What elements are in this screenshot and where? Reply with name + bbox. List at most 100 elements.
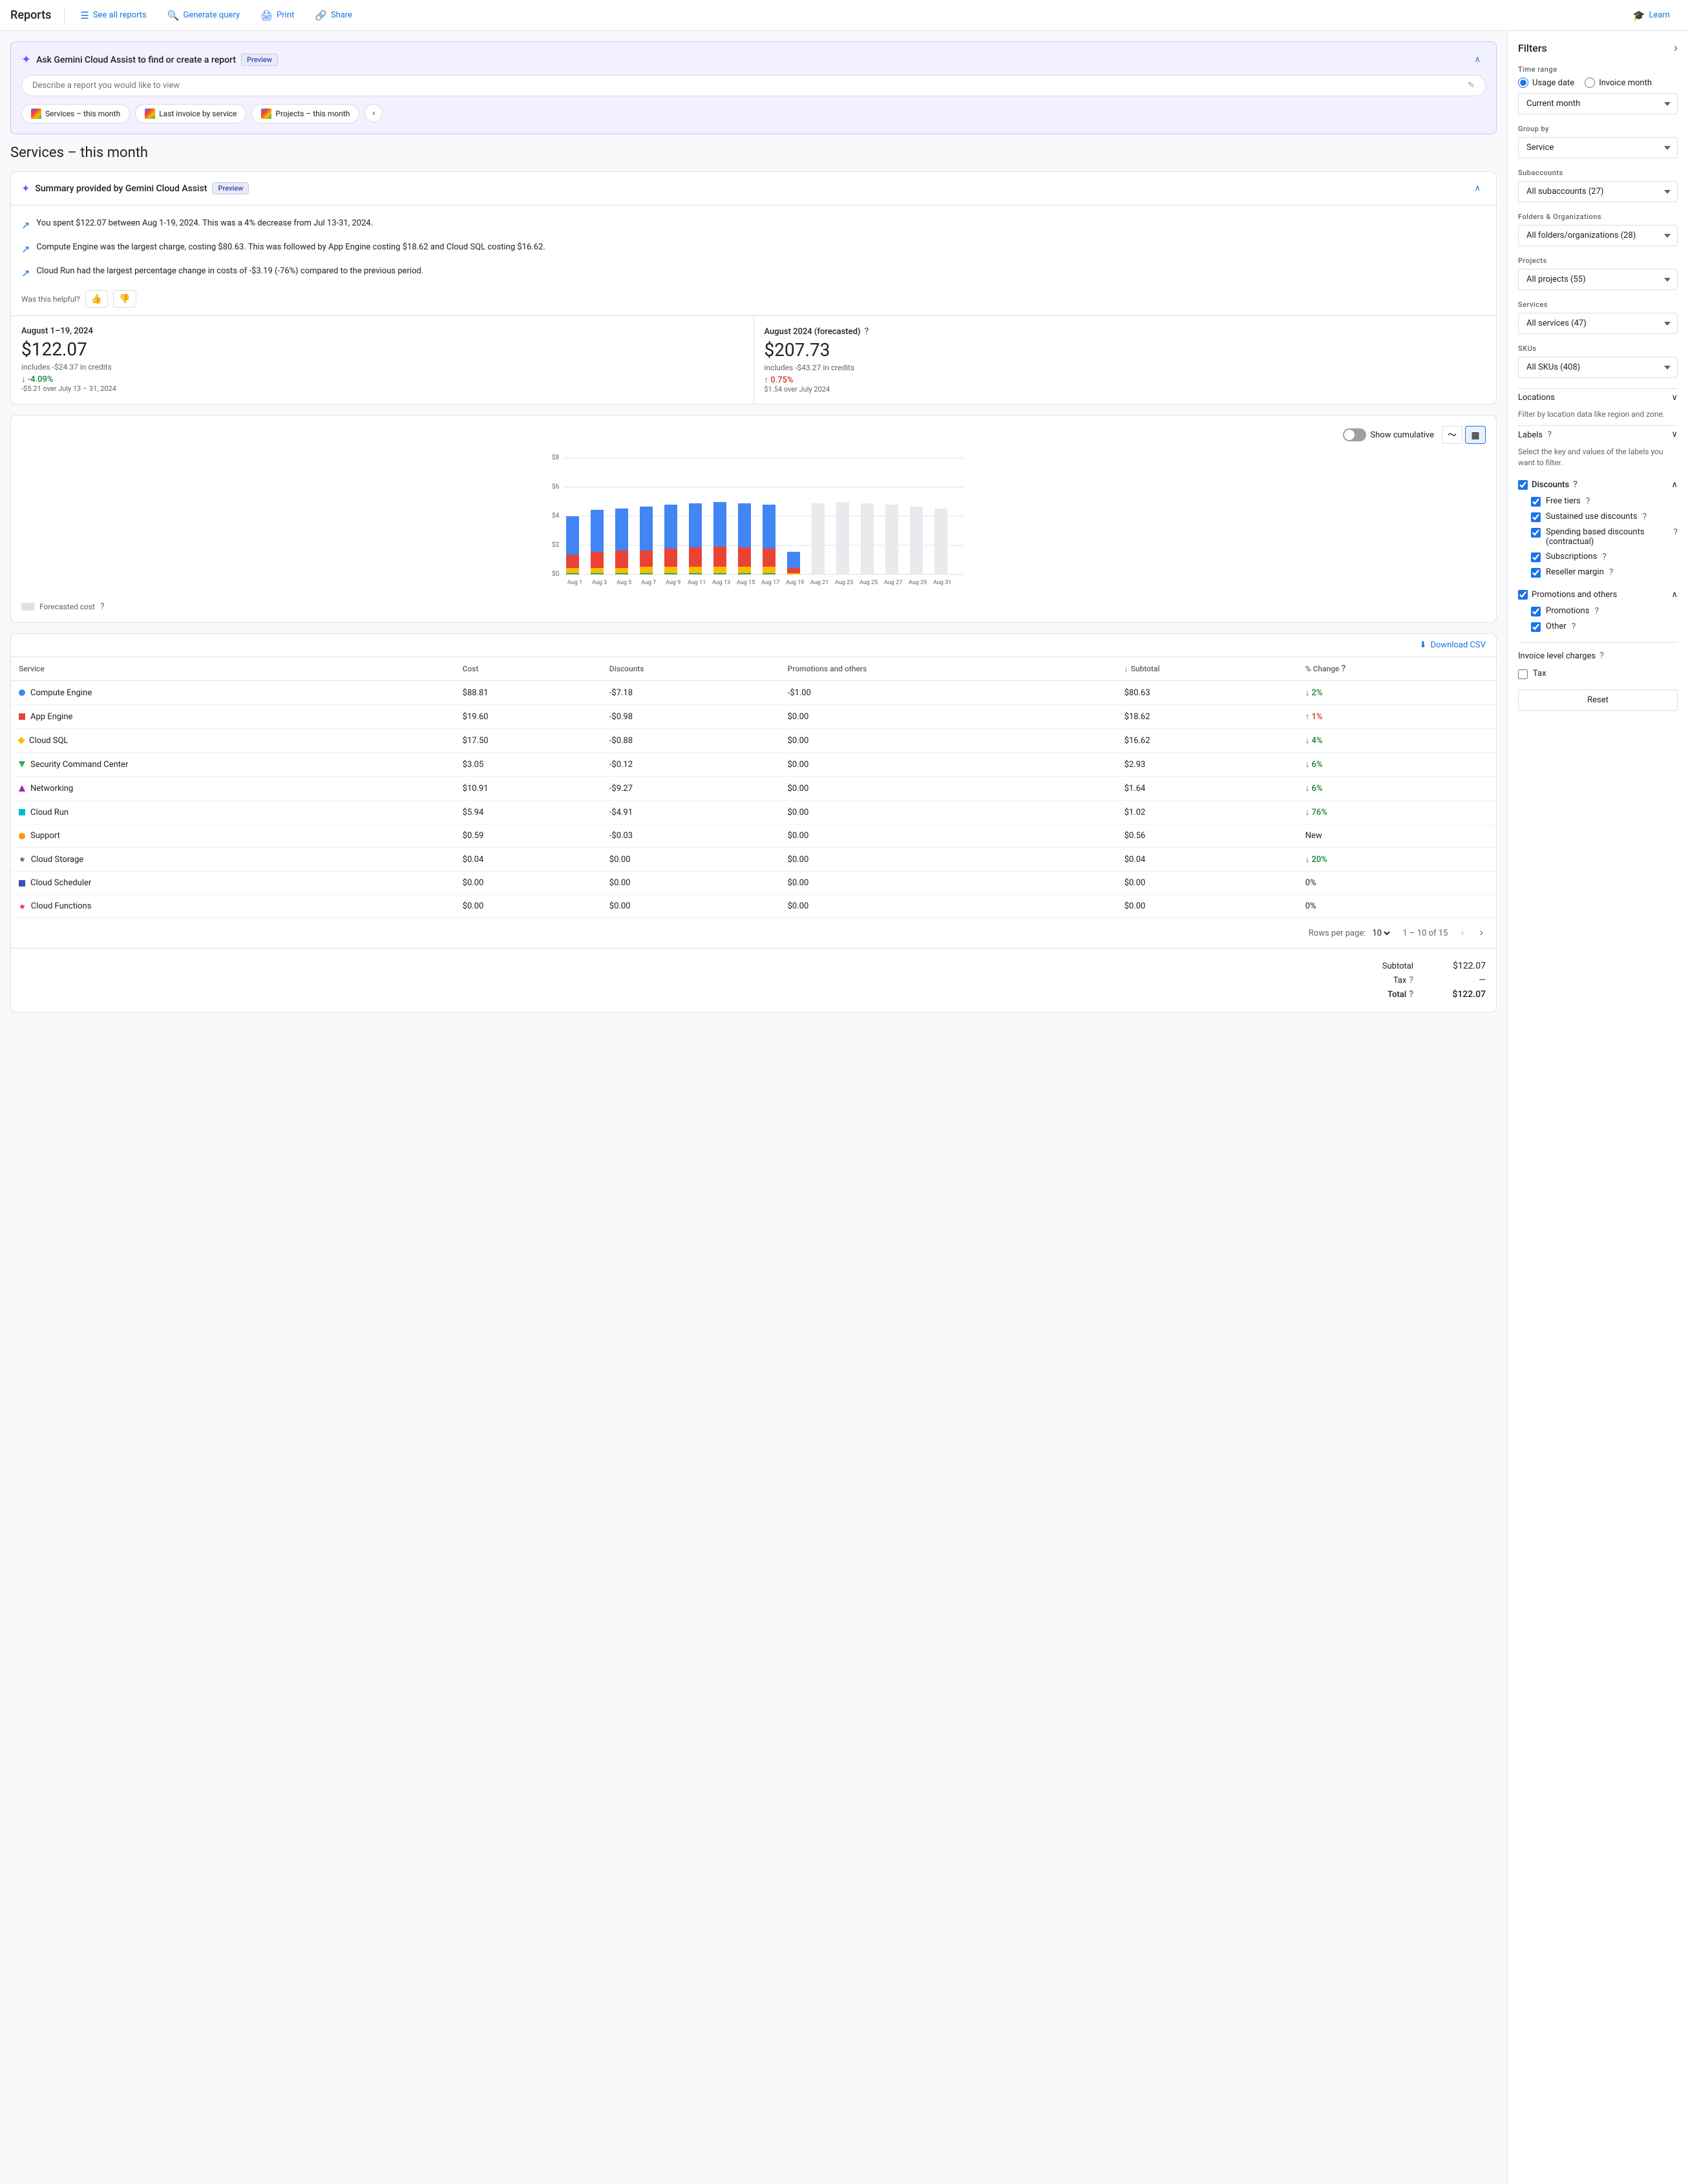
folders-select[interactable]: All folders/organizations (28) — [1518, 225, 1678, 246]
help-icon-subscriptions[interactable]: ? — [1602, 552, 1607, 562]
line-chart-button[interactable]: 〜 — [1442, 426, 1462, 444]
help-icon-free[interactable]: ? — [1586, 496, 1590, 507]
trend-icon-3: ↗ — [21, 266, 30, 281]
chip-services-this-month[interactable]: Services – this month — [21, 104, 130, 123]
rows-per-page-select[interactable]: 10 25 50 — [1369, 928, 1392, 939]
promotions-sub-checkbox[interactable] — [1531, 607, 1541, 616]
time-range-label: Time range — [1518, 65, 1678, 74]
metric-forecasted-change: ↑ 0.75% — [765, 375, 1486, 385]
td-promotions: $0.00 — [780, 848, 1117, 872]
chevron-up-icon-4: ∧ — [1671, 590, 1678, 600]
download-icon: ⬇ — [1420, 640, 1427, 650]
locations-desc: Filter by location data like region and … — [1518, 409, 1678, 420]
current-month-select[interactable]: Current month Last month Last 3 months — [1518, 93, 1678, 114]
trend-icon-2: ↗ — [21, 242, 30, 257]
help-icon-total[interactable]: ? — [1409, 989, 1413, 1000]
gcp-icon — [31, 109, 41, 119]
tax-checkbox[interactable] — [1518, 669, 1528, 679]
reseller-checkbox[interactable] — [1531, 568, 1541, 578]
summary-collapse-button[interactable]: ∧ — [1469, 181, 1486, 196]
subscriptions-item: Subscriptions ? — [1518, 549, 1678, 565]
td-promotions: $0.00 — [780, 729, 1117, 753]
service-name: Compute Engine — [30, 688, 92, 698]
subscriptions-checkbox[interactable] — [1531, 552, 1541, 562]
thumbs-down-button[interactable]: 👎 — [113, 290, 136, 308]
help-icon-labels[interactable]: ? — [1547, 430, 1552, 440]
content-area: ✦ Ask Gemini Cloud Assist to find or cre… — [0, 31, 1507, 2184]
thumbs-up-button[interactable]: 👍 — [85, 290, 108, 308]
change-value: 0% — [1305, 878, 1316, 888]
help-icon-forecast-2[interactable]: ? — [100, 602, 105, 612]
chip-projects-this-month[interactable]: Projects – this month — [251, 104, 359, 123]
help-icon-promo[interactable]: ? — [1594, 606, 1599, 616]
see-all-reports-button[interactable]: ☰ See all reports — [72, 6, 154, 25]
help-icon-forecast[interactable]: ? — [864, 326, 869, 337]
gemini-collapse-button[interactable]: ∧ — [1469, 52, 1486, 67]
learn-button[interactable]: 🎓 Learn — [1625, 6, 1678, 25]
reset-button[interactable]: Reset — [1518, 689, 1678, 711]
labels-section-header[interactable]: Labels ? ∨ — [1518, 425, 1678, 444]
promotions-checkbox[interactable] — [1518, 590, 1528, 600]
filters-collapse-button[interactable]: › — [1674, 41, 1678, 55]
toggle-switch[interactable] — [1343, 428, 1366, 441]
download-csv-button[interactable]: ⬇ Download CSV — [1420, 640, 1486, 650]
td-change: ↓ 2% — [1298, 681, 1496, 705]
svg-text:Aug 29: Aug 29 — [909, 580, 927, 586]
help-icon-invoice[interactable]: ? — [1599, 651, 1604, 661]
credits-header[interactable]: Discounts ? ∧ — [1518, 476, 1678, 494]
change-value: 1% — [1312, 712, 1323, 722]
projects-select[interactable]: All projects (55) — [1518, 269, 1678, 290]
discounts-checkbox[interactable] — [1518, 480, 1528, 490]
chip-last-invoice[interactable]: Last invoice by service — [135, 104, 246, 123]
show-cumulative-toggle[interactable]: Show cumulative — [1343, 428, 1434, 441]
service-name: Cloud Scheduler — [30, 878, 91, 888]
print-button[interactable]: 🖨 Print — [253, 6, 302, 25]
promotions-header[interactable]: Promotions and others ∧ — [1518, 585, 1678, 604]
gemini-sparkle-icon-2: ✦ — [21, 182, 30, 194]
help-icon-tax[interactable]: ? — [1409, 975, 1413, 985]
search-icon: 🔍 — [167, 10, 180, 21]
help-icon-change[interactable]: ? — [1341, 664, 1345, 674]
service-icon — [19, 880, 25, 887]
share-button[interactable]: 🔗 Share — [307, 6, 360, 25]
service-name: Cloud Functions — [31, 901, 92, 911]
bar-aug1-sql — [566, 568, 579, 573]
td-subtotal: $2.93 — [1117, 753, 1298, 777]
services-select[interactable]: All services (47) — [1518, 313, 1678, 334]
bar-aug1-other — [566, 573, 579, 574]
gemini-panel: ✦ Ask Gemini Cloud Assist to find or cre… — [10, 41, 1497, 134]
usage-date-radio[interactable]: Usage date — [1518, 78, 1574, 88]
usage-date-input[interactable] — [1518, 78, 1528, 88]
help-icon-sustained[interactable]: ? — [1642, 512, 1647, 522]
service-icon — [19, 833, 25, 839]
locations-section-header[interactable]: Locations ∨ — [1518, 388, 1678, 406]
gemini-search-input[interactable] — [32, 81, 1468, 90]
invoice-month-radio[interactable]: Invoice month — [1585, 78, 1652, 88]
skus-select[interactable]: All SKUs (408) — [1518, 357, 1678, 378]
help-icon-reseller[interactable]: ? — [1609, 567, 1614, 578]
help-icon-other[interactable]: ? — [1572, 622, 1576, 632]
subaccounts-select[interactable]: All subaccounts (27) — [1518, 181, 1678, 202]
spending-checkbox[interactable] — [1531, 528, 1541, 538]
metrics-row: August 1–19, 2024 $122.07 includes -$24.… — [11, 315, 1496, 404]
chip-nav-forward[interactable]: › — [364, 104, 383, 122]
gemini-edit-icon: ✎ — [1468, 81, 1475, 90]
totals-section: Subtotal $122.07 Tax ? — Total ? $122.07 — [11, 948, 1496, 1012]
time-range-group: Time range Usage date Invoice month Curr… — [1518, 65, 1678, 114]
help-icon-discounts[interactable]: ? — [1573, 479, 1577, 490]
prev-page-button[interactable]: ‹ — [1458, 925, 1466, 941]
change-arrow-up: ↑ — [1305, 712, 1310, 722]
chart-view-buttons: 〜 ▦ — [1442, 426, 1486, 444]
next-page-button[interactable]: › — [1477, 925, 1486, 941]
bar-chart-button[interactable]: ▦ — [1465, 426, 1486, 444]
sustained-checkbox[interactable] — [1531, 512, 1541, 522]
other-checkbox[interactable] — [1531, 622, 1541, 632]
group-by-select[interactable]: Service Project SKU — [1518, 137, 1678, 158]
free-tiers-checkbox[interactable] — [1531, 497, 1541, 507]
bar-chart-svg: $8 $6 $4 $2 $0 — [21, 452, 1486, 594]
invoice-month-input[interactable] — [1585, 78, 1595, 88]
td-change: New — [1298, 824, 1496, 848]
help-icon-spending[interactable]: ? — [1673, 527, 1678, 538]
generate-query-button[interactable]: 🔍 Generate query — [160, 6, 248, 25]
time-range-radio-row: Usage date Invoice month — [1518, 78, 1678, 88]
